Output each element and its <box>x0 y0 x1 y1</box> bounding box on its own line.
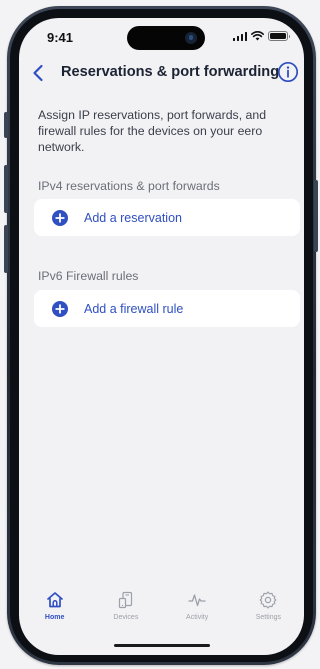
phone-screen: 9:41 Reservations & port forwarding Assi… <box>19 18 304 655</box>
wifi-icon <box>251 31 264 41</box>
tab-home[interactable]: Home <box>19 590 90 630</box>
devices-icon <box>116 590 136 610</box>
add-reservation-button[interactable]: Add a reservation <box>34 199 300 236</box>
page-title: Reservations & port forwarding <box>61 64 280 80</box>
action-button <box>4 112 8 138</box>
info-button[interactable] <box>277 61 299 83</box>
home-indicator <box>114 644 210 647</box>
section-header-ipv6: IPv6 Firewall rules <box>38 269 139 283</box>
front-camera <box>185 32 197 44</box>
home-icon <box>45 590 65 610</box>
status-bar: 9:41 <box>19 18 304 54</box>
back-button[interactable] <box>27 61 49 85</box>
tab-bar: Home Devices Activity Settings <box>19 590 304 630</box>
tab-devices-label: Devices <box>113 614 139 621</box>
status-icons <box>232 31 290 41</box>
power-button <box>314 180 318 252</box>
tab-home-label: Home <box>44 614 65 621</box>
add-firewall-rule-button[interactable]: Add a firewall rule <box>34 290 300 327</box>
signal-icon <box>232 31 247 41</box>
tab-devices[interactable]: Devices <box>90 590 161 630</box>
activity-icon <box>187 590 207 610</box>
volume-up-button <box>4 165 8 213</box>
tab-settings-label: Settings <box>255 614 282 621</box>
chevron-left-icon <box>33 64 43 82</box>
dynamic-island <box>127 26 205 50</box>
status-time: 9:41 <box>47 30 74 45</box>
tab-settings[interactable]: Settings <box>233 590 304 630</box>
battery-icon <box>268 31 290 41</box>
settings-icon <box>258 590 278 610</box>
page-description: Assign IP reservations, port forwards, a… <box>38 108 267 154</box>
section-header-ipv4: IPv4 reservations & port forwards <box>38 179 220 193</box>
navigation-bar: Reservations & port forwarding <box>19 58 304 88</box>
plus-circle-icon <box>52 300 68 317</box>
tab-activity[interactable]: Activity <box>162 590 233 630</box>
page: 9:41 Reservations & port forwarding Assi… <box>0 0 320 669</box>
volume-down-button <box>4 225 8 273</box>
plus-circle-icon <box>52 209 68 226</box>
info-icon <box>277 61 299 83</box>
tab-activity-label: Activity <box>186 614 209 621</box>
add-reservation-label: Add a reservation <box>84 210 182 225</box>
add-firewall-rule-label: Add a firewall rule <box>84 301 184 316</box>
